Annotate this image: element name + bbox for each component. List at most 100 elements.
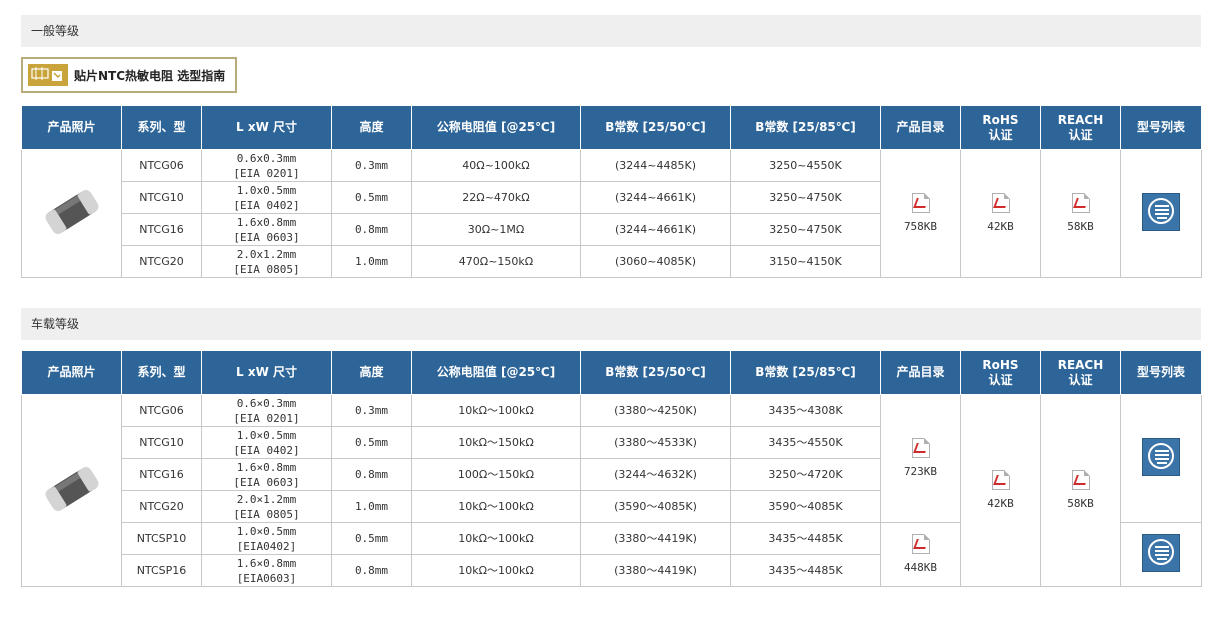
pdf-icon[interactable] [1071, 193, 1090, 213]
cell-resistance: 10kΩ～100kΩ [411, 490, 581, 523]
header-b85: B常数 [25/85℃] [730, 350, 881, 395]
cell-series: NTCG10 [121, 181, 202, 214]
cell-b85: 3250~4750K [730, 181, 881, 214]
cell-size: 1.6×0.8mm [EIA 0603] [201, 458, 332, 491]
pdf-icon[interactable] [991, 193, 1010, 213]
pdf-icon[interactable] [991, 470, 1010, 490]
cell-size: 2.0×1.2mm [EIA 0805] [201, 490, 332, 523]
header-size: L xW 尺寸 [201, 350, 332, 395]
cell-b85: 3250～4720K [730, 458, 881, 491]
cell-b85: 3435～4485K [730, 554, 881, 587]
cell-resistance: 10kΩ～100kΩ [411, 522, 581, 555]
chip-photo [44, 466, 99, 511]
cell-b50: (3244~4485K) [580, 149, 731, 182]
cell-b85: 3435～4485K [730, 522, 881, 555]
cell-size: 1.0x0.5mm [EIA 0402] [201, 181, 332, 214]
cell-size: 1.0×0.5mm [EIA 0402] [201, 426, 332, 459]
cell-resistance: 100Ω～150kΩ [411, 458, 581, 491]
cell-size: 1.0×0.5mm [EIA0402] [201, 522, 332, 555]
selection-guide-link[interactable]: 贴片NTC热敏电阻 选型指南 [21, 57, 237, 93]
catalog-file-size: 758KB [903, 220, 938, 233]
cell-height: 0.8mm [331, 213, 412, 246]
cell-series: NTCSP10 [121, 522, 202, 555]
model-list-icon[interactable] [1142, 437, 1180, 476]
rohs-file-size: 42KB [987, 220, 1014, 233]
table-row: NTCG06 0.6x0.3mm [EIA 0201] 0.3mm 40Ω~100… [21, 149, 1202, 278]
cell-height: 0.5mm [331, 426, 412, 459]
model-list-cell [1120, 149, 1202, 278]
cell-series: NTCSP16 [121, 554, 202, 587]
automotive-grade-table: 产品照片 系列、型 L xW 尺寸 高度 公称电阻值 [@25℃] B常数 [2… [21, 350, 1202, 587]
section-title-general: 一般等级 [21, 15, 1201, 47]
cell-b85: 3590～4085K [730, 490, 881, 523]
model-list-icon[interactable] [1142, 192, 1180, 231]
cell-b50: (3244~4661K) [580, 213, 731, 246]
catalog-file-size: 448KB [903, 561, 938, 574]
rohs-cell: 42KB [960, 394, 1041, 587]
cell-b50: (3060~4085K) [580, 245, 731, 278]
cell-height: 0.3mm [331, 394, 412, 427]
cell-b50: (3380～4533K) [580, 426, 731, 459]
header-b50: B常数 [25/50℃] [580, 350, 731, 395]
pdf-icon[interactable] [911, 193, 930, 213]
cell-series: NTCG16 [121, 213, 202, 246]
cell-series: NTCG06 [121, 394, 202, 427]
header-resistance: 公称电阻值 [@25℃] [411, 350, 581, 395]
cell-b50: (3380～4250K) [580, 394, 731, 427]
cell-series: NTCG20 [121, 490, 202, 523]
model-list-cell-ntcg [1120, 394, 1202, 523]
cell-series: NTCG16 [121, 458, 202, 491]
cell-size: 2.0x1.2mm [EIA 0805] [201, 245, 332, 278]
cell-resistance: 470Ω~150kΩ [411, 245, 581, 278]
general-grade-table: 产品照片 系列、型 L xW 尺寸 高度 公称电阻值 [@25℃] B常数 [2… [21, 105, 1202, 278]
model-list-icon[interactable] [1142, 533, 1180, 572]
cell-b85: 3435～4550K [730, 426, 881, 459]
cell-resistance: 40Ω~100kΩ [411, 149, 581, 182]
rohs-file-size: 42KB [987, 497, 1014, 510]
header-height: 高度 [331, 350, 412, 395]
cell-height: 0.8mm [331, 554, 412, 587]
header-model-list: 型号列表 [1120, 105, 1202, 150]
cell-b85: 3250~4750K [730, 213, 881, 246]
header-b50: B常数 [25/50℃] [580, 105, 731, 150]
cell-b85: 3250~4550K [730, 149, 881, 182]
product-photo-cell [21, 394, 122, 587]
rohs-cell: 42KB [960, 149, 1041, 278]
header-height: 高度 [331, 105, 412, 150]
header-reach: REACH 认证 [1040, 350, 1121, 395]
header-catalog: 产品目录 [880, 105, 961, 150]
header-reach: REACH 认证 [1040, 105, 1121, 150]
pdf-icon[interactable] [1071, 470, 1090, 490]
reach-cell: 58KB [1040, 149, 1121, 278]
cell-height: 0.8mm [331, 458, 412, 491]
cell-size: 0.6×0.3mm [EIA 0201] [201, 394, 332, 427]
pdf-icon[interactable] [911, 534, 930, 554]
header-b85: B常数 [25/85℃] [730, 105, 881, 150]
cell-series: NTCG06 [121, 149, 202, 182]
catalog-file-size: 723KB [903, 465, 938, 478]
header-series: 系列、型 [121, 350, 202, 395]
catalog-cell-ntcg: 723KB [880, 394, 961, 523]
section-title-automotive: 车载等级 [21, 308, 1201, 340]
product-photo-cell [21, 149, 122, 278]
cell-height: 0.5mm [331, 522, 412, 555]
cell-b50: (3380～4419K) [580, 554, 731, 587]
cell-size: 0.6x0.3mm [EIA 0201] [201, 149, 332, 182]
cell-resistance: 10kΩ～100kΩ [411, 554, 581, 587]
cell-b50: (3244～4632K) [580, 458, 731, 491]
cell-size: 1.6x0.8mm [EIA 0603] [201, 213, 332, 246]
cell-resistance: 10kΩ～150kΩ [411, 426, 581, 459]
reach-file-size: 58KB [1067, 220, 1094, 233]
pdf-icon[interactable] [911, 438, 930, 458]
model-list-cell-ntcsp [1120, 522, 1202, 587]
cell-b85: 3435～4308K [730, 394, 881, 427]
reach-file-size: 58KB [1067, 497, 1094, 510]
cell-b50: (3590～4085K) [580, 490, 731, 523]
header-model-list: 型号列表 [1120, 350, 1202, 395]
cell-height: 1.0mm [331, 490, 412, 523]
cell-b50: (3380～4419K) [580, 522, 731, 555]
header-size: L xW 尺寸 [201, 105, 332, 150]
header-rohs: RoHS 认证 [960, 105, 1041, 150]
table-row: NTCG06 0.6×0.3mm [EIA 0201] 0.3mm 10kΩ～10… [21, 394, 1202, 587]
header-resistance: 公称电阻值 [@25℃] [411, 105, 581, 150]
